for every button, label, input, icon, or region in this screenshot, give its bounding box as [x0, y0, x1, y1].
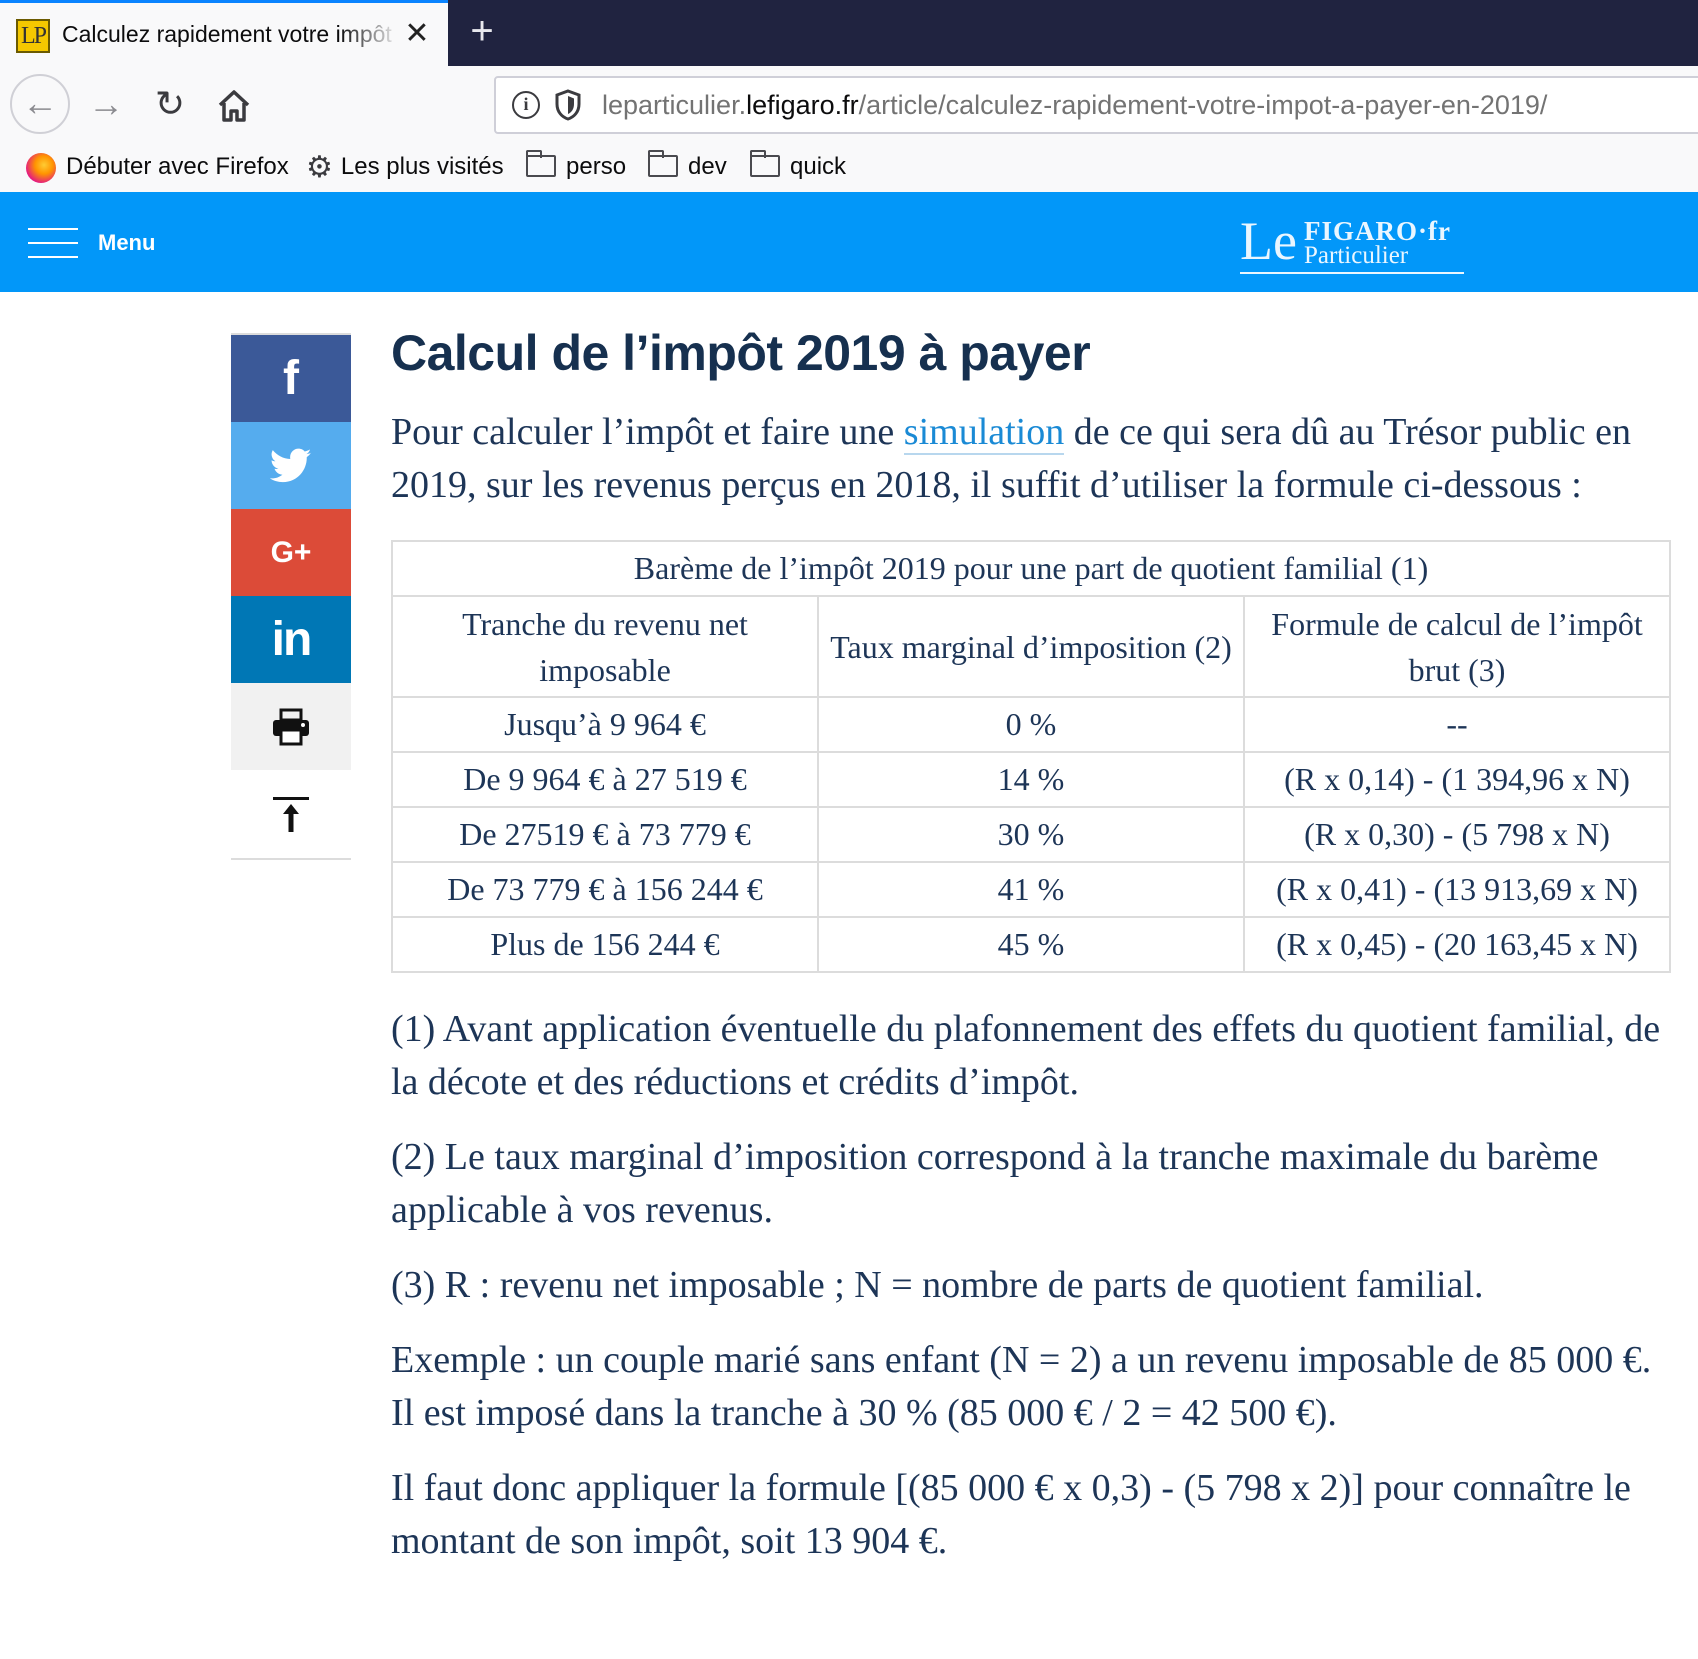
- home-icon[interactable]: [204, 74, 264, 134]
- tab-title-fade: [340, 13, 400, 57]
- share-sidebar: f G+ in: [231, 333, 351, 860]
- menu-button[interactable]: Menu: [98, 230, 155, 256]
- close-tab-icon[interactable]: ✕: [400, 17, 434, 51]
- google-plus-icon: G+: [270, 535, 312, 569]
- back-to-top-icon: [273, 797, 309, 832]
- le-figaro-particulier-logo[interactable]: Le FIGARO·fr Particulier: [1240, 212, 1470, 274]
- firefox-icon: [26, 152, 56, 183]
- navigation-toolbar: ← → ↻ i leparticulier.lefigaro.fr/articl…: [0, 66, 1698, 142]
- bookmarks-toolbar: Débuter avec Firefox ⚙ Les plus visités p…: [0, 142, 1698, 193]
- table-cell: 45 %: [817, 916, 1245, 973]
- article-body: Calcul de l’impôt 2019 à payer Pour calc…: [391, 320, 1681, 1568]
- folder-icon: [648, 149, 678, 177]
- column-header: Formule de calcul de l’impôt brut (3): [1243, 595, 1671, 698]
- address-bar[interactable]: i leparticulier.lefigaro.fr/article/calc…: [494, 76, 1698, 134]
- facebook-icon: f: [283, 352, 299, 405]
- reload-icon[interactable]: ↻: [140, 74, 200, 134]
- folder-icon: [526, 149, 556, 177]
- table-row: De 9 964 € à 27 519 € 14 % (R x 0,14) - …: [391, 751, 1671, 808]
- table-cell: (R x 0,30) - (5 798 x N): [1243, 806, 1671, 863]
- table-cell: De 9 964 € à 27 519 €: [391, 751, 819, 808]
- table-cell: 30 %: [817, 806, 1245, 863]
- bookmark-folder-quick[interactable]: quick: [750, 149, 846, 184]
- back-to-top-button[interactable]: [231, 770, 351, 860]
- footnote-3: (3) R : revenu net imposable ; N = nombr…: [391, 1264, 1484, 1306]
- table-row: De 27519 € à 73 779 € 30 % (R x 0,30) - …: [391, 806, 1671, 863]
- table-cell: --: [1243, 696, 1671, 753]
- print-button[interactable]: [231, 683, 351, 770]
- table-caption: Barème de l’impôt 2019 pour une part de …: [391, 540, 1671, 597]
- forward-arrow-icon[interactable]: →: [76, 74, 136, 134]
- share-facebook-button[interactable]: f: [231, 333, 351, 422]
- article-title: Calcul de l’impôt 2019 à payer: [391, 325, 1091, 381]
- tracking-shield-icon[interactable]: [554, 89, 582, 121]
- gear-icon: ⚙: [306, 150, 333, 184]
- table-cell: (R x 0,41) - (13 913,69 x N): [1243, 861, 1671, 918]
- linkedin-icon: in: [271, 613, 313, 666]
- site-favicon-icon: LP: [16, 19, 50, 53]
- conclusion-paragraph: Il faut donc appliquer la formule [(85 0…: [391, 1467, 1631, 1562]
- twitter-icon: [270, 448, 312, 482]
- table-cell: 41 %: [817, 861, 1245, 918]
- back-arrow-icon[interactable]: ←: [10, 74, 70, 134]
- tax-bracket-table: Barème de l’impôt 2019 pour une part de …: [391, 540, 1671, 973]
- bookmark-most-visited[interactable]: ⚙ Les plus visités: [306, 150, 504, 184]
- bookmark-folder-perso[interactable]: perso: [526, 149, 626, 184]
- share-linkedin-button[interactable]: in: [231, 596, 351, 683]
- table-row: Jusqu’à 9 964 € 0 % --: [391, 696, 1671, 753]
- bookmark-debuter-firefox[interactable]: Débuter avec Firefox: [26, 150, 289, 184]
- table-cell: 0 %: [817, 696, 1245, 753]
- table-cell: (R x 0,45) - (20 163,45 x N): [1243, 916, 1671, 973]
- hamburger-menu-icon[interactable]: [28, 228, 78, 258]
- table-row: De 73 779 € à 156 244 € 41 % (R x 0,41) …: [391, 861, 1671, 918]
- folder-icon: [750, 149, 780, 177]
- tab-strip: LP Calculez rapidement votre impôt à pay…: [0, 0, 1698, 66]
- print-icon: [273, 708, 309, 745]
- table-cell: 14 %: [817, 751, 1245, 808]
- intro-paragraph: Pour calculer l’impôt et faire une simul…: [391, 411, 1631, 506]
- column-header: Taux marginal d’imposition (2): [817, 595, 1245, 698]
- footnote-2: (2) Le taux marginal d’imposition corres…: [391, 1136, 1599, 1231]
- footnote-1: (1) Avant application éventuelle du plaf…: [391, 1008, 1661, 1103]
- table-cell: De 73 779 € à 156 244 €: [391, 861, 819, 918]
- url-text[interactable]: leparticulier.lefigaro.fr/article/calcul…: [602, 90, 1547, 121]
- article-notes: (1) Avant application éventuelle du plaf…: [391, 1003, 1681, 1568]
- table-cell: De 27519 € à 73 779 €: [391, 806, 819, 863]
- bookmark-folder-dev[interactable]: dev: [648, 149, 727, 184]
- share-twitter-button[interactable]: [231, 422, 351, 509]
- simulation-link[interactable]: simulation: [903, 411, 1065, 455]
- table-cell: (R x 0,14) - (1 394,96 x N): [1243, 751, 1671, 808]
- table-cell: Jusqu’à 9 964 €: [391, 696, 819, 753]
- column-header: Tranche du revenu net imposable: [391, 595, 819, 698]
- new-tab-icon[interactable]: +: [462, 11, 502, 52]
- share-google-plus-button[interactable]: G+: [231, 509, 351, 596]
- site-header: Menu Le FIGARO·fr Particulier: [0, 192, 1698, 292]
- active-tab[interactable]: LP Calculez rapidement votre impôt à pay…: [0, 0, 448, 66]
- site-info-icon[interactable]: i: [512, 91, 540, 119]
- table-row: Plus de 156 244 € 45 % (R x 0,45) - (20 …: [391, 916, 1671, 973]
- table-cell: Plus de 156 244 €: [391, 916, 819, 973]
- example-paragraph: Exemple : un couple marié sans enfant (N…: [391, 1339, 1652, 1434]
